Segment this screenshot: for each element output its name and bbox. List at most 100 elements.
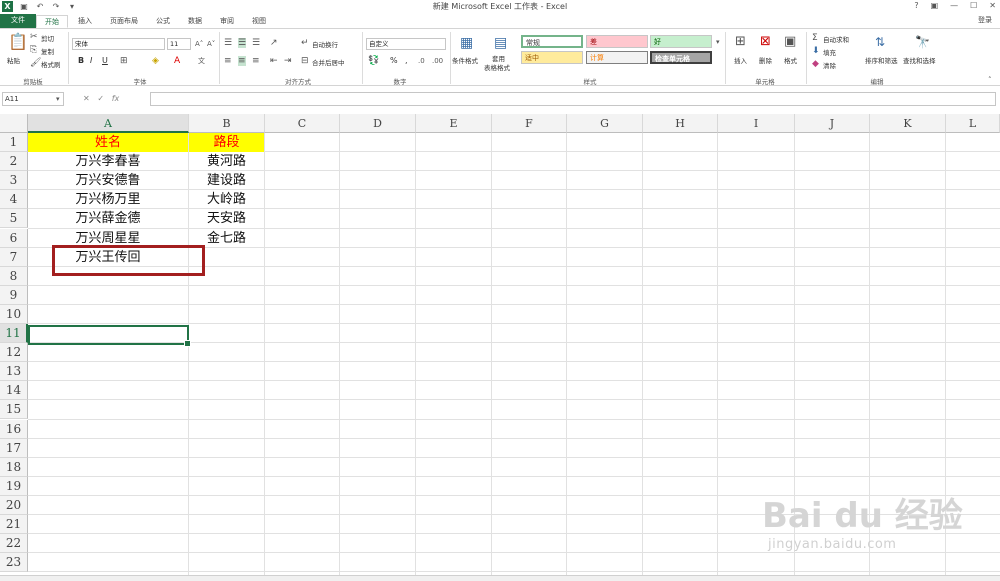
phonetic-icon[interactable]: 文 — [198, 56, 205, 66]
column-header-d[interactable]: D — [340, 114, 416, 133]
tab-file[interactable]: 文件 — [0, 14, 36, 28]
format-painter-icon[interactable]: 🖌 — [30, 58, 41, 68]
insert-cells-button[interactable]: 插入 — [734, 55, 747, 65]
paste-button[interactable]: 粘贴 — [7, 55, 20, 65]
row-header-8[interactable]: 8 — [0, 267, 28, 286]
font-name-select[interactable]: 宋体 — [72, 38, 165, 50]
row-header-21[interactable]: 21 — [0, 515, 28, 534]
row-header-19[interactable]: 19 — [0, 477, 28, 496]
outdent-icon[interactable]: ⇥ — [284, 56, 292, 66]
column-header-a[interactable]: A — [28, 114, 189, 133]
find-select-button[interactable]: 查找和选择 — [903, 55, 936, 65]
copy-icon[interactable]: ⎘ — [30, 45, 37, 55]
row-header-1[interactable]: 1 — [0, 133, 28, 152]
row-header-22[interactable]: 22 — [0, 534, 28, 553]
cell-b5[interactable]: 天安路 — [189, 209, 264, 228]
percent-button[interactable]: % — [390, 56, 398, 65]
select-all-corner[interactable] — [0, 114, 28, 133]
format-painter-button[interactable]: 格式刷 — [41, 59, 61, 69]
row-header-23[interactable]: 23 — [0, 553, 28, 572]
close-button[interactable]: ✕ — [989, 1, 996, 10]
row-header-11[interactable]: 11 — [0, 324, 28, 343]
active-cell-selection[interactable] — [28, 325, 191, 347]
cell-b6[interactable]: 金七路 — [189, 229, 264, 248]
align-right-icon[interactable]: ≡ — [252, 56, 260, 66]
cell-a4[interactable]: 万兴杨万里 — [28, 190, 188, 209]
styles-more-icon[interactable]: ▾ — [716, 37, 720, 47]
cell-b2[interactable]: 黄河路 — [189, 152, 264, 171]
tab-home[interactable]: 开始 — [36, 15, 68, 28]
delete-cells-button[interactable]: 删除 — [759, 55, 772, 65]
cell-a1[interactable]: 姓名 — [28, 133, 188, 152]
column-header-g[interactable]: G — [567, 114, 643, 133]
tab-view[interactable]: 视图 — [246, 15, 272, 28]
format-cells-button[interactable]: 格式 — [784, 55, 797, 65]
column-header-c[interactable]: C — [265, 114, 340, 133]
align-center-icon[interactable]: ≡ — [238, 56, 246, 66]
paste-icon[interactable]: 📋 — [8, 33, 28, 51]
cell-a3[interactable]: 万兴安德鲁 — [28, 171, 188, 190]
autosum-icon[interactable]: Σ — [812, 33, 818, 43]
border-icon[interactable]: ⊞ — [120, 56, 128, 66]
find-select-icon[interactable]: 🔭 — [915, 35, 930, 49]
sign-in-link[interactable]: 登录 — [978, 15, 992, 25]
style-normal[interactable]: 常规 — [521, 35, 583, 48]
cell-a6[interactable]: 万兴周星星 — [28, 229, 188, 248]
column-header-b[interactable]: B — [189, 114, 265, 133]
row-header-5[interactable]: 5 — [0, 209, 28, 228]
style-check-cell[interactable]: 检查单元格 — [650, 51, 712, 64]
style-bad[interactable]: 差 — [586, 35, 648, 48]
comma-button[interactable]: , — [405, 56, 408, 65]
row-header-4[interactable]: 4 — [0, 190, 28, 209]
cut-button[interactable]: 剪切 — [41, 33, 54, 43]
cell-b3[interactable]: 建设路 — [189, 171, 264, 190]
name-box-dropdown-icon[interactable]: ▾ — [56, 94, 60, 104]
cell-a5[interactable]: 万兴薛金德 — [28, 209, 188, 228]
conditional-format-button[interactable]: 条件格式 — [452, 55, 478, 65]
cell-a2[interactable]: 万兴李春喜 — [28, 152, 188, 171]
row-header-7[interactable]: 7 — [0, 248, 28, 267]
insert-function-icon[interactable]: fx — [112, 94, 120, 103]
font-size-select[interactable]: 11 — [167, 38, 191, 50]
underline-button[interactable]: U — [102, 56, 108, 65]
row-header-2[interactable]: 2 — [0, 152, 28, 171]
font-color-icon[interactable]: A — [174, 56, 180, 66]
conditional-format-icon[interactable]: ▦ — [460, 35, 473, 51]
increase-decimal-icon[interactable]: .0 — [418, 56, 425, 66]
help-button[interactable]: ? — [914, 1, 918, 10]
tab-page-layout[interactable]: 页面布局 — [104, 15, 144, 28]
format-as-table-icon[interactable]: ▤ — [494, 35, 507, 51]
merge-center-icon[interactable]: ⊟ — [301, 56, 309, 66]
merge-center-button[interactable]: 合并后居中 — [312, 57, 345, 67]
cut-icon[interactable]: ✂ — [30, 32, 38, 42]
increase-font-icon[interactable]: A˄ — [195, 39, 203, 49]
decrease-decimal-icon[interactable]: .00 — [432, 56, 443, 66]
row-header-14[interactable]: 14 — [0, 381, 28, 400]
decrease-font-icon[interactable]: A˅ — [207, 39, 215, 49]
sort-filter-button[interactable]: 排序和筛选 — [865, 55, 898, 65]
column-header-j[interactable]: J — [795, 114, 870, 133]
fill-color-icon[interactable]: ◈ — [152, 56, 159, 66]
style-calculation[interactable]: 计算 — [586, 51, 648, 64]
bold-button[interactable]: B — [78, 56, 84, 65]
column-header-l[interactable]: L — [946, 114, 1000, 133]
indent-icon[interactable]: ⇤ — [270, 56, 278, 66]
row-header-6[interactable]: 6 — [0, 229, 28, 248]
cancel-icon[interactable]: ✕ — [83, 94, 90, 103]
column-header-i[interactable]: I — [718, 114, 795, 133]
align-top-icon[interactable]: ☰ — [224, 38, 232, 48]
fill-button[interactable]: 填充 — [823, 47, 836, 57]
cell-b4[interactable]: 大岭路 — [189, 190, 264, 209]
format-cells-icon[interactable]: ▣ — [784, 35, 796, 49]
insert-cells-icon[interactable]: ⊞ — [735, 35, 746, 49]
clear-icon[interactable]: ◆ — [812, 59, 819, 69]
row-header-18[interactable]: 18 — [0, 458, 28, 477]
format-as-table-label-2[interactable]: 表格格式 — [484, 62, 510, 72]
tab-review[interactable]: 审阅 — [214, 15, 240, 28]
style-good[interactable]: 好 — [650, 35, 712, 48]
minimize-button[interactable]: — — [950, 1, 958, 10]
cell-b1[interactable]: 路段 — [189, 133, 264, 152]
style-neutral[interactable]: 适中 — [521, 51, 583, 64]
tab-insert[interactable]: 插入 — [72, 15, 98, 28]
row-header-17[interactable]: 17 — [0, 439, 28, 458]
